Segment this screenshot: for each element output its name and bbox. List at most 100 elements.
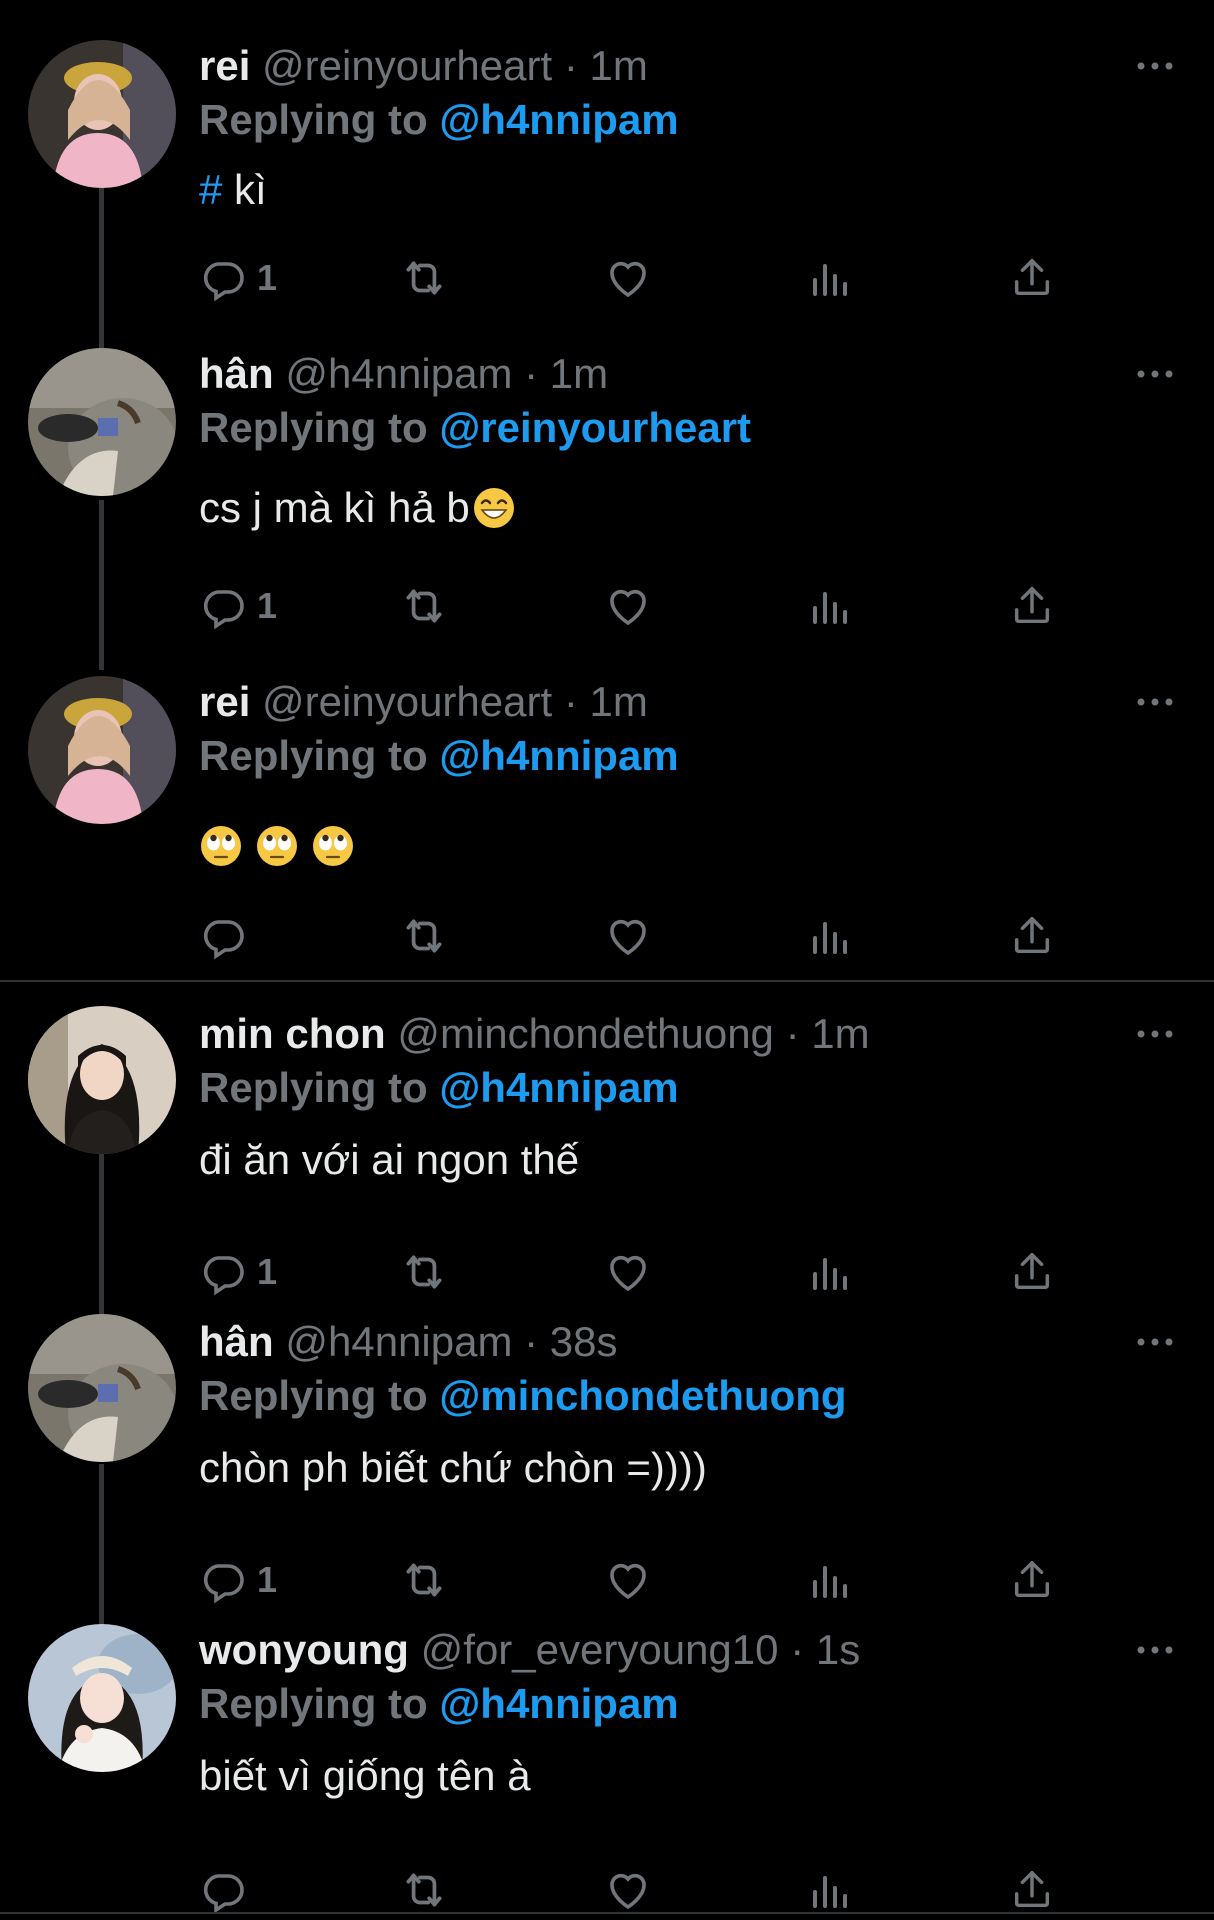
- reply-count: 1: [257, 257, 278, 298]
- analytics-button[interactable]: [805, 578, 853, 634]
- share-button[interactable]: [1009, 1244, 1055, 1300]
- display-name[interactable]: min chon: [199, 1010, 386, 1057]
- user-handle[interactable]: @h4nnipam: [285, 350, 512, 397]
- separator-dot: ·: [563, 678, 578, 725]
- reply-mention-link[interactable]: @reinyourheart: [439, 404, 751, 451]
- hashtag-link[interactable]: #: [199, 166, 222, 213]
- tweet-header: wonyoung @for_everyoung10 · 1s: [199, 1624, 860, 1676]
- analytics-button[interactable]: [805, 1552, 853, 1608]
- like-button[interactable]: [604, 578, 652, 634]
- replying-to-label: Replying to: [199, 1680, 428, 1727]
- share-button[interactable]: [1009, 908, 1055, 964]
- avatar[interactable]: [28, 40, 176, 188]
- rolling-eyes-emoji: [199, 824, 243, 868]
- retweet-icon: [399, 1247, 449, 1297]
- timestamp[interactable]: 1m: [550, 350, 608, 397]
- timestamp[interactable]: 38s: [550, 1318, 618, 1365]
- user-handle[interactable]: @for_everyoung10: [421, 1626, 779, 1673]
- reply-button[interactable]: 1: [199, 250, 277, 306]
- replying-to-line: Replying to @h4nnipam: [199, 94, 679, 146]
- reply-mention-link[interactable]: @minchondethuong: [439, 1372, 846, 1419]
- reply-count: 1: [257, 1559, 278, 1600]
- share-button[interactable]: [1009, 578, 1055, 634]
- reply-button[interactable]: 1: [199, 1244, 277, 1300]
- retweet-button[interactable]: [399, 1862, 449, 1918]
- tweet[interactable]: hân @h4nnipam · 38s Replying to @minchon…: [0, 1300, 1214, 1608]
- more-options-icon[interactable]: [1135, 1334, 1175, 1350]
- more-options-icon[interactable]: [1135, 366, 1175, 382]
- more-options-icon[interactable]: [1135, 694, 1175, 710]
- like-icon: [604, 1248, 652, 1296]
- tweet-actions: [199, 1862, 1079, 1918]
- retweet-button[interactable]: [399, 1552, 449, 1608]
- timestamp[interactable]: 1m: [590, 678, 648, 725]
- user-handle[interactable]: @minchondethuong: [397, 1010, 774, 1057]
- retweet-button[interactable]: [399, 578, 449, 634]
- analytics-icon: [805, 1866, 853, 1914]
- avatar[interactable]: [28, 676, 176, 824]
- retweet-icon: [399, 911, 449, 961]
- reply-button[interactable]: [199, 908, 247, 964]
- timestamp[interactable]: 1s: [816, 1626, 860, 1673]
- reply-mention-link[interactable]: @h4nnipam: [439, 1680, 678, 1727]
- reply-button[interactable]: 1: [199, 578, 277, 634]
- tweet[interactable]: rei @reinyourheart · 1m Replying to @h4n…: [0, 0, 1214, 330]
- tweet[interactable]: hân @h4nnipam · 1m Replying to @reinyour…: [0, 330, 1214, 660]
- reply-button[interactable]: 1: [199, 1552, 277, 1608]
- separator-dot: ·: [563, 42, 578, 89]
- share-icon: [1009, 1249, 1055, 1295]
- analytics-button[interactable]: [805, 1862, 853, 1918]
- tweet-text-content: cs j mà kì hả b: [199, 484, 470, 531]
- like-button[interactable]: [604, 1552, 652, 1608]
- like-button[interactable]: [604, 250, 652, 306]
- more-options-icon[interactable]: [1135, 1642, 1175, 1658]
- reply-mention-link[interactable]: @h4nnipam: [439, 96, 678, 143]
- share-button[interactable]: [1009, 1552, 1055, 1608]
- tweet-actions: 1: [199, 1244, 1079, 1300]
- retweet-button[interactable]: [399, 908, 449, 964]
- user-handle[interactable]: @reinyourheart: [262, 678, 552, 725]
- like-button[interactable]: [604, 1244, 652, 1300]
- like-button[interactable]: [604, 1862, 652, 1918]
- retweet-button[interactable]: [399, 250, 449, 306]
- display-name[interactable]: hân: [199, 350, 274, 397]
- user-handle[interactable]: @reinyourheart: [262, 42, 552, 89]
- share-button[interactable]: [1009, 1862, 1055, 1918]
- tweet-header: rei @reinyourheart · 1m: [199, 40, 648, 92]
- tweet[interactable]: min chon @minchondethuong · 1m Replying …: [0, 982, 1214, 1300]
- display-name[interactable]: hân: [199, 1318, 274, 1365]
- avatar[interactable]: [28, 348, 176, 496]
- separator-dot: ·: [785, 1010, 800, 1057]
- display-name[interactable]: wonyoung: [199, 1626, 409, 1673]
- analytics-icon: [805, 582, 853, 630]
- avatar[interactable]: [28, 1006, 176, 1154]
- tweet-header: hân @h4nnipam · 38s: [199, 1316, 618, 1368]
- analytics-button[interactable]: [805, 1244, 853, 1300]
- retweet-button[interactable]: [399, 1244, 449, 1300]
- tweet[interactable]: rei @reinyourheart · 1m Replying to @h4n…: [0, 660, 1214, 980]
- share-button[interactable]: [1009, 250, 1055, 306]
- reply-icon: [199, 1248, 247, 1296]
- user-handle[interactable]: @h4nnipam: [285, 1318, 512, 1365]
- tweet[interactable]: wonyoung @for_everyoung10 · 1s Replying …: [0, 1608, 1214, 1920]
- reply-count: 1: [257, 1251, 278, 1292]
- reply-icon: [199, 254, 247, 302]
- reply-mention-link[interactable]: @h4nnipam: [439, 1064, 678, 1111]
- display-name[interactable]: rei: [199, 678, 250, 725]
- reply-button[interactable]: [199, 1862, 247, 1918]
- analytics-button[interactable]: [805, 250, 853, 306]
- more-options-icon[interactable]: [1135, 1026, 1175, 1042]
- replying-to-label: Replying to: [199, 1064, 428, 1111]
- reply-mention-link[interactable]: @h4nnipam: [439, 732, 678, 779]
- timestamp[interactable]: 1m: [590, 42, 648, 89]
- display-name[interactable]: rei: [199, 42, 250, 89]
- replying-to-label: Replying to: [199, 732, 428, 779]
- more-options-icon[interactable]: [1135, 58, 1175, 74]
- tweet-text: # kì: [199, 162, 267, 218]
- avatar[interactable]: [28, 1624, 176, 1772]
- avatar[interactable]: [28, 1314, 176, 1462]
- like-button[interactable]: [604, 908, 652, 964]
- timestamp[interactable]: 1m: [811, 1010, 869, 1057]
- analytics-icon: [805, 912, 853, 960]
- analytics-button[interactable]: [805, 908, 853, 964]
